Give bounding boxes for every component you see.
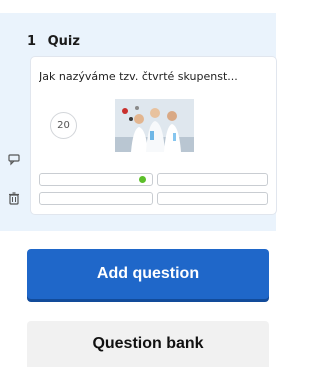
comment-icon[interactable]	[7, 151, 21, 166]
slide-number: 1	[27, 34, 37, 49]
question-bank-button[interactable]: Question bank	[27, 321, 269, 367]
add-question-label: Add question	[96, 265, 200, 282]
question-text: Jak nazýváme tzv. čtvrté skupenst...	[39, 70, 238, 83]
timer-value: 20	[57, 120, 70, 131]
question-bank-label: Question bank	[92, 335, 204, 352]
answer-option-1[interactable]	[39, 173, 153, 186]
slide-header: 1 Quiz	[27, 34, 80, 49]
answer-option-2[interactable]	[157, 173, 268, 186]
slide-preview-card[interactable]: Jak nazýváme tzv. čtvrté skupenst... 20	[31, 57, 276, 214]
question-image	[115, 99, 194, 152]
slide-type-label: Quiz	[47, 34, 80, 49]
answer-option-3[interactable]	[39, 192, 153, 205]
trash-icon[interactable]	[7, 190, 21, 205]
answer-option-4[interactable]	[157, 192, 268, 205]
add-question-button[interactable]: Add question	[27, 249, 269, 299]
timer-badge: 20	[50, 112, 77, 139]
correct-indicator	[139, 176, 146, 183]
